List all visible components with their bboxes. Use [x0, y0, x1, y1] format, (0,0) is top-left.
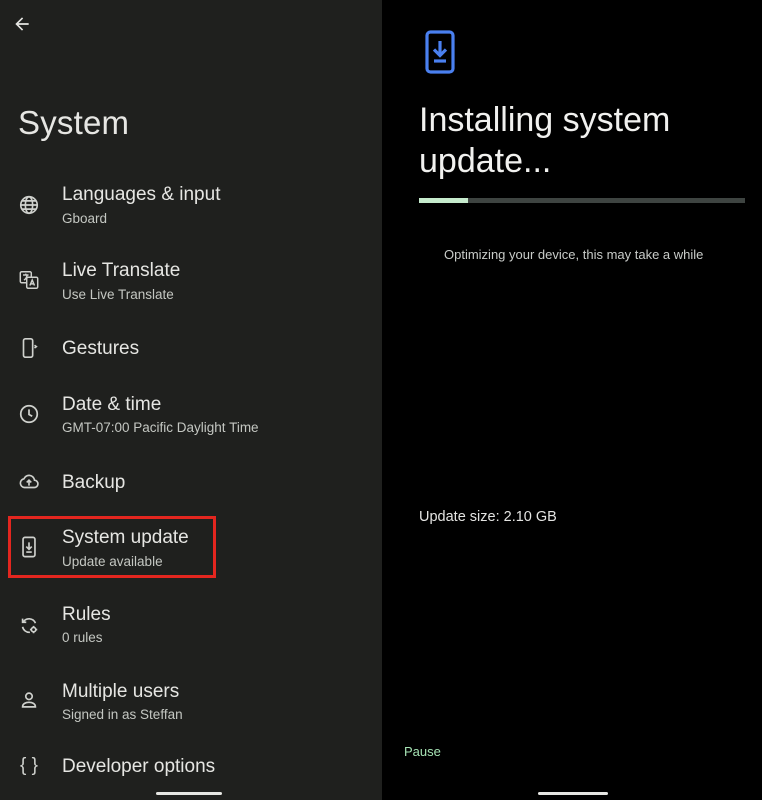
live-translate-icon	[17, 268, 41, 292]
install-progress-bar	[419, 198, 745, 203]
person-icon	[17, 688, 41, 712]
setting-rules[interactable]: Rules 0 rules	[0, 599, 382, 659]
arrow-back-icon	[15, 17, 29, 31]
back-button[interactable]	[10, 12, 34, 36]
update-size-text: Update size: 2.10 GB	[419, 509, 557, 525]
setting-title: Gestures	[62, 338, 140, 359]
system-update-icon	[425, 30, 455, 74]
setting-title: Multiple users	[62, 681, 180, 702]
system-update-panel: Installing system update... Optimizing y…	[382, 0, 762, 800]
setting-live-translate[interactable]: Live Translate Use Live Translate	[0, 256, 382, 316]
gesture-nav-bar[interactable]	[156, 792, 222, 795]
setting-subtitle: Update available	[62, 554, 163, 569]
setting-title: Languages & input	[62, 184, 221, 205]
gesture-nav-bar[interactable]	[538, 792, 608, 795]
globe-icon	[17, 193, 41, 217]
setting-backup[interactable]: Backup	[0, 466, 382, 526]
setting-gestures[interactable]: Gestures	[0, 332, 382, 392]
rules-icon	[17, 613, 41, 637]
setting-subtitle: Signed in as Steffan	[62, 707, 183, 722]
cloud-upload-icon	[17, 470, 41, 494]
setting-title: Backup	[62, 472, 126, 493]
setting-title: System update	[62, 527, 189, 548]
system-settings-panel: System Languages & input Gboard Live Tra…	[0, 0, 382, 800]
setting-title: Developer options	[62, 756, 216, 777]
setting-title: Rules	[62, 604, 111, 625]
setting-multiple-users[interactable]: Multiple users Signed in as Steffan	[0, 676, 382, 736]
setting-title: Date & time	[62, 394, 162, 415]
install-status-text: Optimizing your device, this may take a …	[444, 247, 704, 262]
setting-system-update[interactable]: System update Update available	[0, 523, 382, 583]
setting-subtitle: 0 rules	[62, 630, 103, 645]
setting-subtitle: Gboard	[62, 211, 108, 226]
install-title: Installing system update...	[419, 101, 671, 180]
system-update-icon	[17, 535, 41, 559]
braces-icon: { }	[20, 755, 38, 776]
setting-date-time[interactable]: Date & time GMT-07:00 Pacific Daylight T…	[0, 389, 382, 449]
clock-icon	[17, 402, 41, 426]
gestures-phone-icon	[17, 336, 41, 360]
install-progress-fill	[419, 198, 468, 203]
setting-subtitle: Use Live Translate	[62, 287, 174, 302]
setting-title: Live Translate	[62, 260, 181, 281]
setting-languages-input[interactable]: Languages & input Gboard	[0, 180, 382, 240]
setting-subtitle: GMT-07:00 Pacific Daylight Time	[62, 420, 259, 435]
page-title: System	[18, 104, 130, 141]
pause-button[interactable]: Pause	[404, 744, 441, 759]
